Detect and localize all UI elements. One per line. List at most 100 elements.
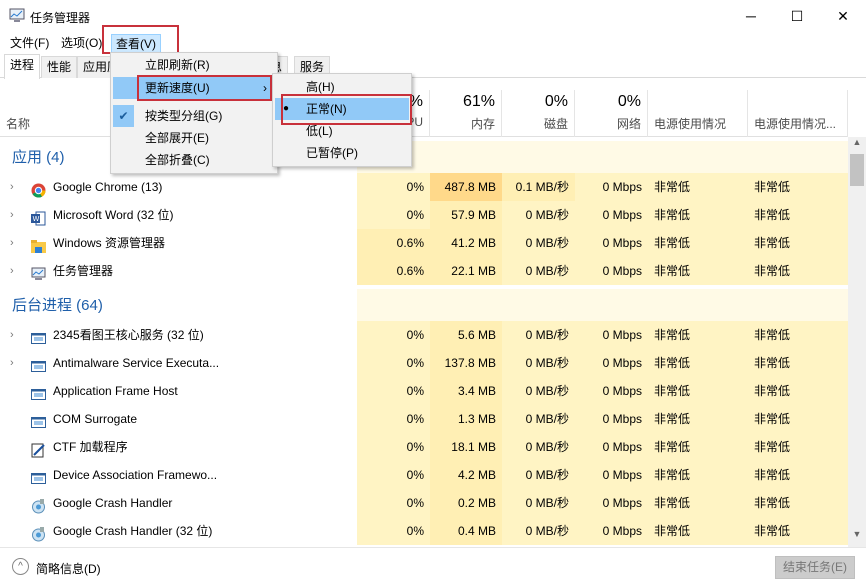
process-row[interactable]: Google Crash Handler 0% 0.2 MB 0 MB/秒 0 Mbps… bbox=[0, 489, 848, 517]
menu-item-expand-all[interactable]: 全部展开(E) bbox=[145, 127, 209, 149]
group-cell bbox=[430, 141, 502, 175]
menu-item-paused[interactable]: 已暂停(P) bbox=[306, 142, 358, 164]
process-row[interactable]: › W Microsoft Word (32 位) 0% 57.9 MB 0 MB/秒 0 … bbox=[0, 201, 848, 229]
disk-total: 0% bbox=[544, 93, 568, 110]
process-row[interactable]: CTF 加载程序 0% 18.1 MB 0 MB/秒 0 Mbps 非常低 非常低 bbox=[0, 433, 848, 461]
group-cell bbox=[575, 289, 648, 323]
tab-performance[interactable]: 性能 bbox=[41, 56, 78, 78]
radio-dot-icon: ● bbox=[283, 103, 290, 114]
close-button[interactable]: ✕ bbox=[820, 0, 866, 32]
disk-cell: 0 MB/秒 bbox=[502, 229, 575, 257]
power-trend-cell: 非常低 bbox=[748, 257, 848, 285]
menu-item-high[interactable]: 高(H) bbox=[306, 76, 335, 98]
power-trend-cell: 非常低 bbox=[748, 173, 848, 201]
process-row[interactable]: › Antimalware Service Executa... 0% 137.8 M… bbox=[0, 349, 848, 377]
network-cell: 0 Mbps bbox=[575, 229, 648, 257]
chevron-right-icon[interactable]: › bbox=[10, 201, 14, 229]
chevron-right-icon[interactable]: › bbox=[10, 257, 14, 285]
scroll-up-icon[interactable]: ▲ bbox=[848, 137, 866, 153]
chevron-right-icon[interactable]: › bbox=[10, 349, 14, 377]
col-memory[interactable]: 61% 内存 bbox=[430, 90, 502, 137]
memory-total: 61% bbox=[462, 93, 495, 110]
menu-item-collapse-all[interactable]: 全部折叠(C) bbox=[145, 149, 210, 171]
footer: ^ 简略信息(D) 结束任务(E) bbox=[0, 547, 866, 584]
col-power-trend[interactable]: 电源使用情况... bbox=[748, 90, 848, 137]
service-icon bbox=[31, 356, 46, 372]
memory-cell: 3.4 MB bbox=[430, 377, 502, 405]
group-cell bbox=[502, 141, 575, 175]
power-cell: 非常低 bbox=[648, 257, 748, 285]
process-name-cell: › W Microsoft Word (32 位) bbox=[0, 201, 357, 229]
menu-item-group-by-type[interactable]: 按类型分组(G) bbox=[145, 105, 222, 127]
process-row[interactable]: Google Crash Handler (32 位) 0% 0.4 MB 0 MB/… bbox=[0, 517, 848, 545]
service-icon bbox=[31, 468, 46, 484]
memory-cell: 1.3 MB bbox=[430, 405, 502, 433]
process-name: Google Crash Handler (32 位) bbox=[53, 524, 213, 538]
network-cell: 0 Mbps bbox=[575, 405, 648, 433]
process-row[interactable]: › Google Chrome (13) 0% 487.8 MB 0.1 MB/秒 0 M… bbox=[0, 173, 848, 201]
fewer-details-link[interactable]: 简略信息(D) bbox=[36, 560, 101, 577]
service-icon bbox=[31, 328, 46, 344]
process-name-cell: › Antimalware Service Executa... bbox=[0, 349, 357, 377]
power-label: 电源使用情况 bbox=[654, 117, 727, 131]
chevron-right-icon[interactable]: › bbox=[10, 321, 14, 349]
cpu-cell: 0% bbox=[357, 517, 430, 545]
power-cell: 非常低 bbox=[648, 229, 748, 257]
view-menu: 立即刷新(R) 更新速度(U) › ✔ 按类型分组(G) 全部展开(E) 全部折叠… bbox=[110, 52, 278, 174]
chevron-right-icon[interactable]: › bbox=[10, 173, 14, 201]
network-cell: 0 Mbps bbox=[575, 257, 648, 285]
power-trend-cell: 非常低 bbox=[748, 321, 848, 349]
power-cell: 非常低 bbox=[648, 377, 748, 405]
crash-handler-icon bbox=[31, 496, 46, 514]
process-row[interactable]: Application Frame Host 0% 3.4 MB 0 MB/秒 0 Mb… bbox=[0, 377, 848, 405]
col-power[interactable]: 电源使用情况 bbox=[648, 90, 748, 137]
process-row[interactable]: › Windows 资源管理器 0.6% 41.2 MB 0 MB/秒 0 Mbps 非常低… bbox=[0, 229, 848, 257]
power-cell: 非常低 bbox=[648, 321, 748, 349]
menu-bar: 文件(F) 选项(O) 查看(V) bbox=[0, 32, 866, 54]
network-total: 0% bbox=[617, 93, 641, 110]
menu-options[interactable]: 选项(O) bbox=[57, 34, 106, 54]
process-name: 任务管理器 bbox=[53, 264, 114, 278]
network-cell: 0 Mbps bbox=[575, 461, 648, 489]
network-cell: 0 Mbps bbox=[575, 173, 648, 201]
end-task-button[interactable]: 结束任务(E) bbox=[775, 556, 855, 579]
chevron-right-icon[interactable]: › bbox=[10, 229, 14, 257]
process-row[interactable]: › 2345看图王核心服务 (32 位) 0% 5.6 MB 0 MB/秒 0 Mbps 非… bbox=[0, 321, 848, 349]
menu-item-normal[interactable]: ● 正常(N) bbox=[275, 98, 409, 120]
scrollbar[interactable]: ▲ ▼ bbox=[848, 137, 866, 547]
ctf-icon bbox=[31, 440, 46, 458]
cpu-cell: 0% bbox=[357, 405, 430, 433]
disk-cell: 0 MB/秒 bbox=[502, 321, 575, 349]
minimize-button[interactable]: ─ bbox=[728, 0, 774, 32]
col-disk[interactable]: 0% 磁盘 bbox=[502, 90, 575, 137]
scroll-down-icon[interactable]: ▼ bbox=[848, 529, 866, 545]
memory-cell: 57.9 MB bbox=[430, 201, 502, 229]
col-network[interactable]: 0% 网络 bbox=[575, 90, 648, 137]
menu-file[interactable]: 文件(F) bbox=[6, 34, 53, 54]
chevron-up-icon[interactable]: ^ bbox=[12, 558, 29, 575]
process-row[interactable]: Device Association Framewo... 0% 4.2 MB 0 M… bbox=[0, 461, 848, 489]
process-row[interactable]: COM Surrogate 0% 1.3 MB 0 MB/秒 0 Mbps 非常低 非常低 bbox=[0, 405, 848, 433]
group-cell bbox=[748, 289, 848, 323]
tab-processes[interactable]: 进程 bbox=[4, 54, 41, 79]
power-cell: 非常低 bbox=[648, 349, 748, 377]
title-bar: 任务管理器 ─ ☐ ✕ bbox=[0, 0, 866, 32]
group-cell bbox=[648, 289, 748, 323]
disk-cell: 0 MB/秒 bbox=[502, 517, 575, 545]
menu-item-update-speed[interactable]: 更新速度(U) › bbox=[113, 77, 275, 99]
maximize-button[interactable]: ☐ bbox=[774, 0, 820, 32]
scroll-thumb[interactable] bbox=[850, 154, 864, 186]
network-cell: 0 Mbps bbox=[575, 321, 648, 349]
process-name-cell: Google Crash Handler (32 位) bbox=[0, 517, 357, 545]
process-name: Device Association Framewo... bbox=[53, 468, 218, 482]
process-name-cell: › 2345看图王核心服务 (32 位) bbox=[0, 321, 357, 349]
process-name-cell: › Google Chrome (13) bbox=[0, 173, 357, 201]
network-cell: 0 Mbps bbox=[575, 517, 648, 545]
process-row[interactable]: › 任务管理器 0.6% 22.1 MB 0 MB/秒 0 Mbps 非常低 非常低 bbox=[0, 257, 848, 285]
menu-item-refresh-now[interactable]: 立即刷新(R) bbox=[145, 54, 210, 76]
menu-view[interactable]: 查看(V) bbox=[111, 34, 161, 54]
network-label: 网络 bbox=[616, 117, 641, 131]
memory-label: 内存 bbox=[470, 117, 495, 131]
cpu-cell: 0% bbox=[357, 461, 430, 489]
menu-item-low[interactable]: 低(L) bbox=[306, 120, 333, 142]
